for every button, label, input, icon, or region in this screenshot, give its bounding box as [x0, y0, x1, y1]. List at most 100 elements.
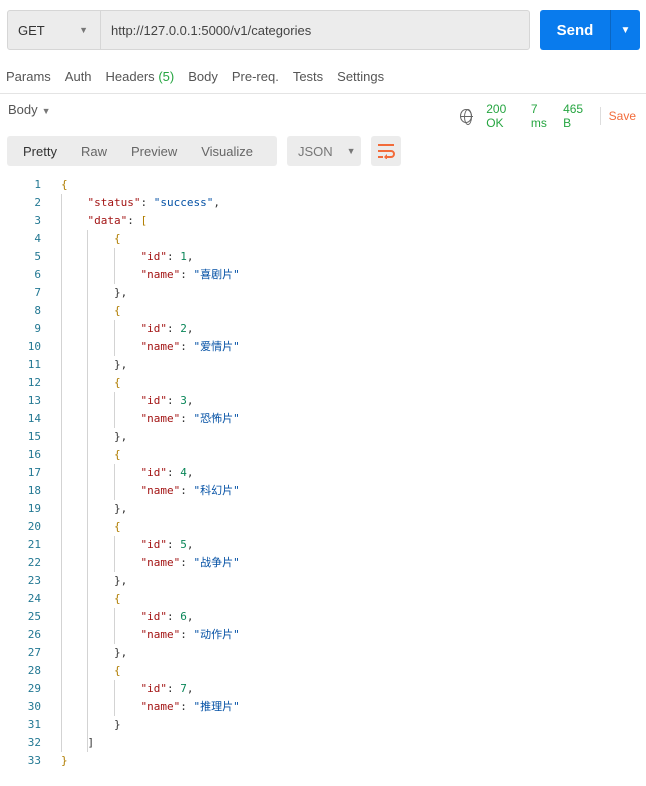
tab-params[interactable]: Params [6, 69, 51, 84]
tab-settings[interactable]: Settings [337, 69, 384, 84]
json-punct [61, 214, 88, 227]
code-text: "data": [ [61, 212, 148, 230]
line-number: 6 [34, 268, 41, 281]
method-select[interactable]: GET ▼ [8, 11, 101, 49]
json-bracket: { [113, 520, 121, 533]
json-key: "id" [140, 394, 167, 407]
json-string: "恐怖片" [193, 412, 240, 425]
json-punct: : [166, 466, 181, 479]
code-text: { [61, 374, 121, 392]
line-number: 18 [27, 484, 41, 497]
json-punct: : [166, 250, 181, 263]
json-punct: : [166, 682, 181, 695]
url-input[interactable]: http://127.0.0.1:5000/v1/categories [101, 11, 311, 49]
status-code[interactable]: 200 OK [486, 102, 521, 130]
json-punct: , [186, 250, 194, 263]
json-bracket: { [113, 664, 121, 677]
json-punct: , [186, 466, 194, 479]
line-number: 20 [27, 520, 41, 533]
tab-headers-label: Headers [105, 69, 155, 84]
json-string: "success" [153, 196, 214, 209]
indent-guide [113, 680, 115, 716]
code-text: }, [61, 356, 127, 374]
json-key: "name" [140, 484, 181, 497]
json-string: "科幻片" [193, 484, 240, 497]
json-punct [61, 610, 140, 623]
json-number: 5 [180, 538, 187, 551]
code-text: { [61, 230, 121, 248]
code-text: } [61, 716, 121, 734]
code-text: "id": 4, [61, 464, 193, 482]
tab-tests[interactable]: Tests [293, 69, 323, 84]
json-punct: , [186, 394, 194, 407]
response-section-select[interactable]: Body ▼ [8, 102, 51, 117]
json-key: "name" [140, 556, 181, 569]
json-key: "name" [140, 340, 181, 353]
indent-guide [113, 608, 115, 644]
line-number: 9 [34, 322, 41, 335]
line-number: 32 [27, 736, 41, 749]
send-button[interactable]: Send [540, 10, 610, 50]
code-text: { [61, 446, 121, 464]
code-text: "status": "success", [61, 194, 220, 212]
indent-guide [113, 320, 115, 356]
json-bracket: { [113, 304, 121, 317]
tab-headers[interactable]: Headers (5) [106, 69, 175, 84]
indent-guide [113, 464, 115, 500]
view-preview[interactable]: Preview [119, 144, 189, 159]
line-number: 14 [27, 412, 41, 425]
json-bracket: [ [140, 214, 148, 227]
view-pretty[interactable]: Pretty [7, 144, 69, 159]
tab-body[interactable]: Body [188, 69, 218, 84]
code-text: }, [61, 644, 127, 662]
json-punct [61, 268, 140, 281]
json-punct: }, [113, 646, 128, 659]
send-options-chevron-icon[interactable]: ▼ [610, 10, 640, 50]
json-punct: , [186, 682, 194, 695]
save-response-button[interactable]: Save [609, 109, 636, 123]
view-raw[interactable]: Raw [69, 144, 119, 159]
globe-icon[interactable] [460, 109, 474, 125]
line-number: 29 [27, 682, 41, 695]
code-text: { [61, 518, 121, 536]
line-number: 11 [27, 358, 41, 371]
indent-guide [113, 392, 115, 428]
json-string: "战争片" [193, 556, 240, 569]
json-key: "data" [87, 214, 128, 227]
line-number: 19 [27, 502, 41, 515]
json-punct: : [180, 412, 194, 425]
indent-guide [87, 230, 89, 752]
request-tabs: Params Auth Headers (5) Body Pre-req. Te… [6, 69, 398, 84]
wrap-lines-button[interactable] [371, 136, 401, 166]
indent-guide [61, 194, 62, 752]
line-number: 17 [27, 466, 41, 479]
json-key: "id" [140, 322, 167, 335]
json-punct: , [186, 322, 194, 335]
json-punct: } [113, 718, 121, 731]
line-number: 25 [27, 610, 41, 623]
chevron-down-icon: ▼ [346, 146, 356, 156]
tab-prereq[interactable]: Pre-req. [232, 69, 279, 84]
tab-auth[interactable]: Auth [65, 69, 92, 84]
format-select[interactable]: JSON ▼ [287, 136, 361, 166]
json-punct: : [140, 196, 154, 209]
code-text: "id": 1, [61, 248, 193, 266]
view-visualize[interactable]: Visualize [189, 144, 265, 159]
response-time[interactable]: 7 ms [531, 102, 553, 130]
response-size[interactable]: 465 B [563, 102, 590, 130]
chevron-down-icon: ▼ [41, 106, 51, 116]
json-punct: }, [113, 574, 128, 587]
json-key: "id" [140, 538, 167, 551]
json-punct [61, 700, 140, 713]
json-punct [61, 250, 140, 263]
code-text: "id": 5, [61, 536, 193, 554]
json-punct [61, 484, 140, 497]
json-punct [61, 412, 140, 425]
line-number: 26 [27, 628, 41, 641]
divider [0, 93, 646, 94]
json-number: 1 [180, 250, 187, 263]
json-punct [61, 394, 140, 407]
code-text: "id": 7, [61, 680, 193, 698]
response-section-label: Body [8, 102, 38, 117]
json-punct: }, [113, 430, 128, 443]
